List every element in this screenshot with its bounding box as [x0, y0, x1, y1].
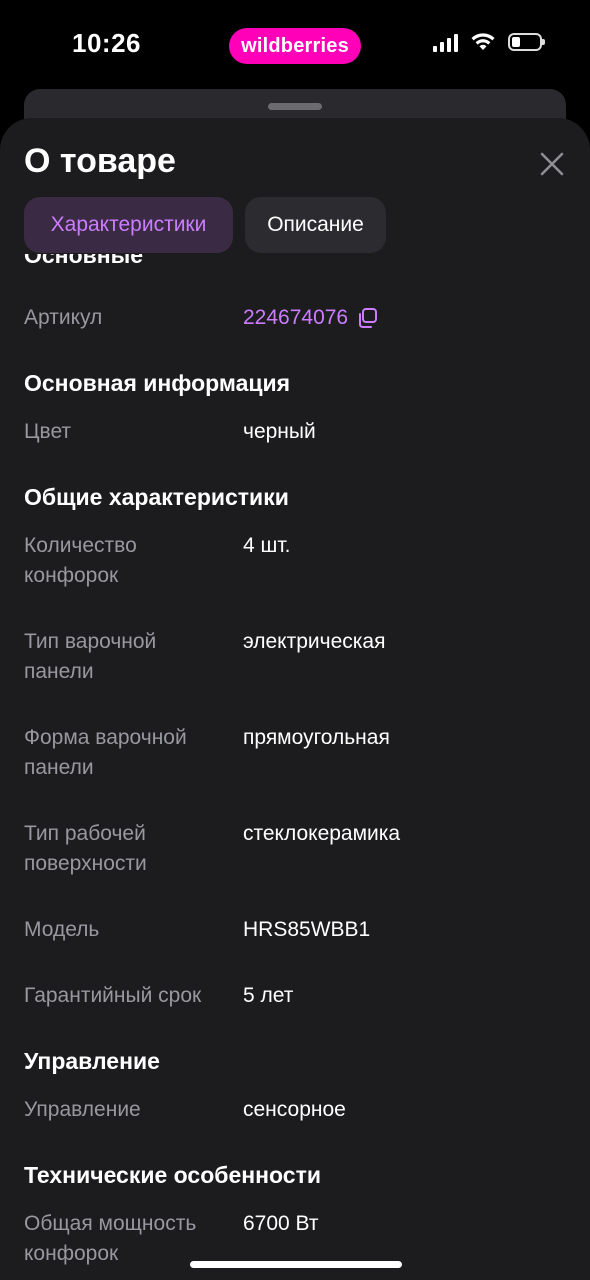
model-label: Модель: [24, 918, 100, 941]
brand-label: wildberries: [241, 34, 349, 57]
panel-shape-value: прямоугольная: [243, 726, 390, 749]
section-title-control: Управление: [24, 1048, 160, 1074]
tab-description[interactable]: Описание: [245, 197, 386, 253]
status-icons: [433, 32, 545, 52]
battery-icon: [508, 33, 545, 51]
burners-label: Количество конфорок: [24, 534, 137, 587]
burners-value: 4 шт.: [243, 534, 291, 557]
power-label: Общая мощность конфорок: [24, 1212, 197, 1265]
panel-type-value: электрическая: [243, 630, 386, 653]
control-label: Управление: [24, 1098, 141, 1121]
product-info-sheet: О товаре Характеристики Описание Основны…: [0, 118, 590, 1280]
tabs: Характеристики Описание: [24, 197, 386, 253]
sheet-title: О товаре: [24, 142, 176, 180]
panel-shape-label: Форма варочной панели: [24, 726, 187, 779]
panel-type-label: Тип варочной панели: [24, 630, 157, 683]
tab-characteristics[interactable]: Характеристики: [24, 197, 233, 253]
tab-description-label: Описание: [267, 213, 364, 236]
status-time: 10:26: [72, 28, 141, 58]
article-label: Артикул: [24, 306, 103, 329]
section-title-tech: Технические особенности: [24, 1162, 321, 1188]
brand-pill: wildberries: [229, 28, 361, 64]
status-bar: 10:26 wildberries: [0, 0, 590, 90]
home-indicator[interactable]: [190, 1261, 402, 1268]
article-number: 224674076: [243, 306, 349, 329]
screen: 10:26 wildberries О товаре Характеристик…: [0, 0, 590, 1280]
warranty-label: Гарантийный срок: [24, 984, 202, 1007]
surface-value: стеклокерамика: [243, 822, 401, 845]
color-value: черный: [243, 420, 316, 443]
model-value: HRS85WBB1: [243, 918, 371, 941]
characteristics-list[interactable]: Основные Артикул 224674076 Основная инфо…: [0, 254, 590, 1280]
section-title-main-info: Основная информация: [24, 370, 291, 396]
section-title-basic: Основные: [24, 254, 144, 268]
tab-characteristics-label: Характеристики: [50, 213, 207, 236]
warranty-value: 5 лет: [243, 984, 294, 1007]
control-value: сенсорное: [243, 1098, 346, 1121]
close-icon[interactable]: [538, 150, 566, 178]
cellular-signal-icon: [433, 32, 458, 52]
color-label: Цвет: [24, 420, 72, 443]
copy-icon[interactable]: [356, 307, 378, 329]
sheet-grabber[interactable]: [268, 103, 322, 110]
surface-label: Тип рабочей поверхности: [24, 822, 147, 875]
wifi-icon: [471, 33, 495, 50]
article-value[interactable]: 224674076: [243, 303, 378, 333]
power-value: 6700 Вт: [243, 1212, 319, 1235]
section-title-general: Общие характеристики: [24, 484, 289, 510]
